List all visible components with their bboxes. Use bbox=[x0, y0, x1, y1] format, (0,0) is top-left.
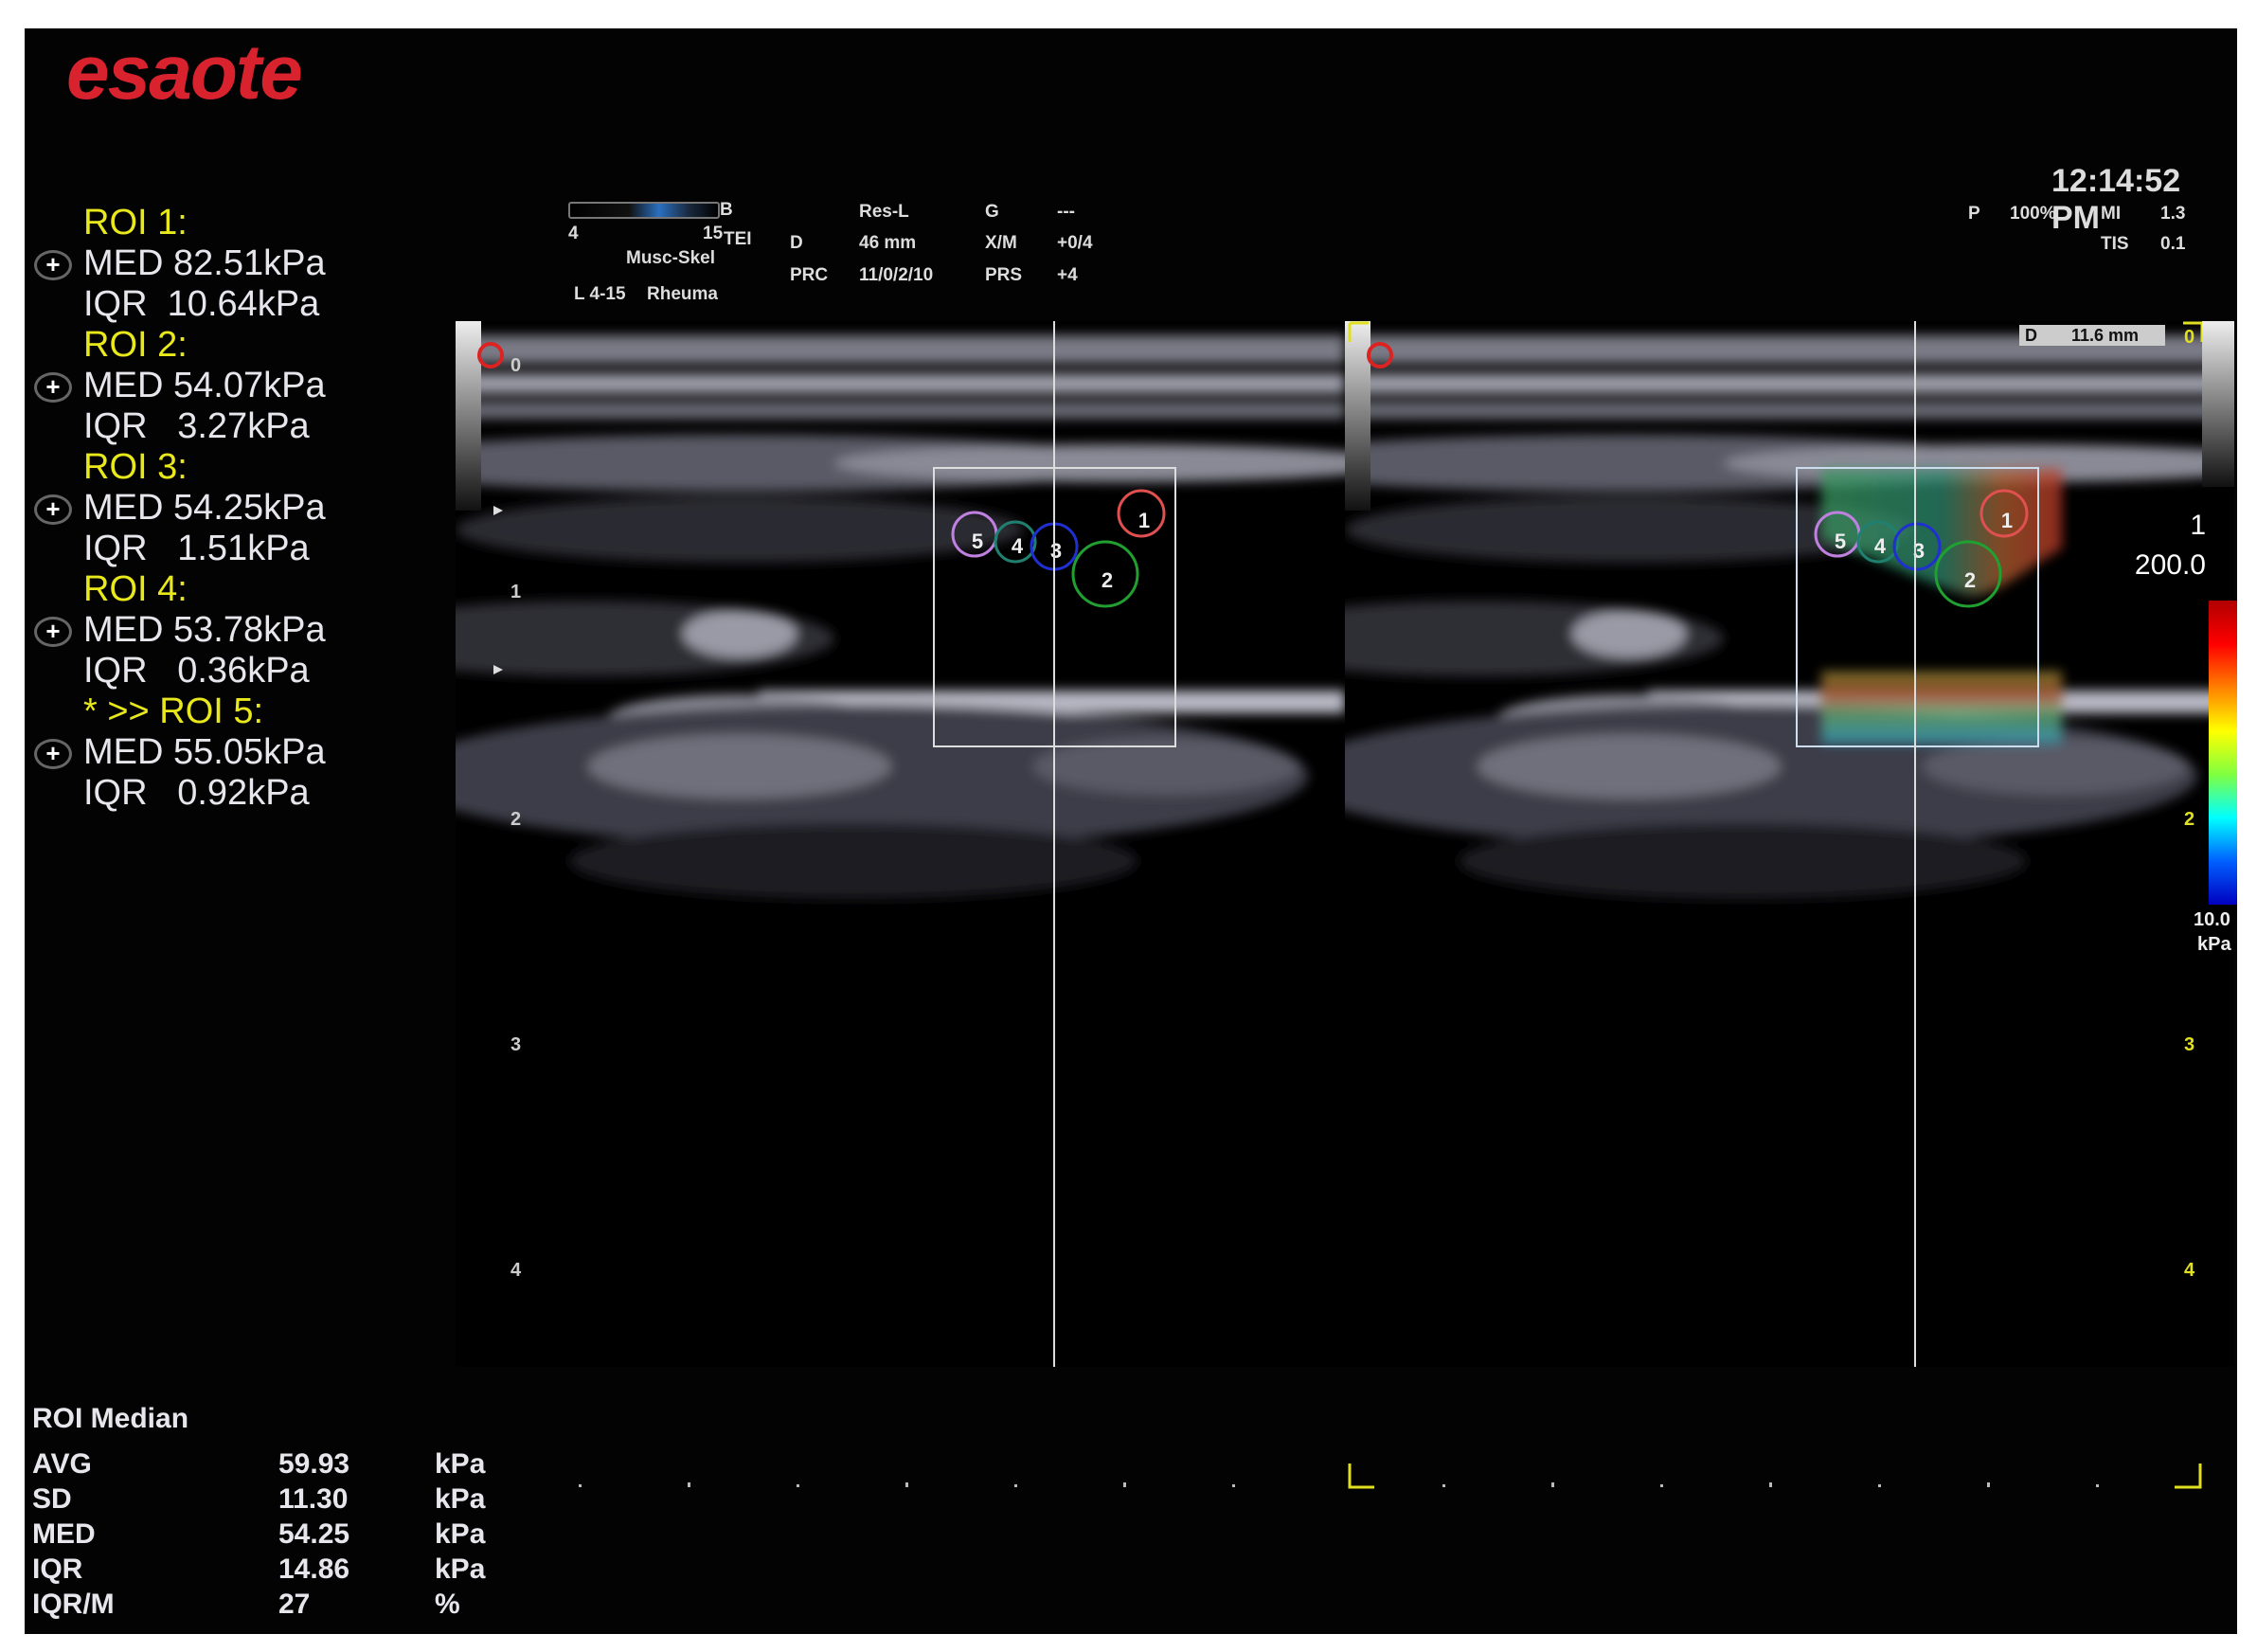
prc-label: PRC bbox=[790, 265, 829, 285]
roi-iqr: IQR 1.51kPa bbox=[83, 529, 310, 568]
roi-title-active: * >> ROI 5: bbox=[83, 691, 264, 731]
roi-results-list: ROI 1: + MED 82.51kPa IQR 10.64kPa ROI 2:… bbox=[25, 203, 441, 814]
stats-row: IQR 14.86 kPa bbox=[32, 1553, 486, 1585]
lateral-scale bbox=[579, 1463, 2202, 1489]
tis-value: 0.1 bbox=[2160, 234, 2186, 254]
frame-number: 1 bbox=[2190, 510, 2206, 541]
roi-title: ROI 1: bbox=[83, 203, 188, 242]
roi-median-stats: ROI Median AVG 59.93 kPa SD 11.30 kPa MED 54.… bbox=[32, 1403, 486, 1622]
roi-med: + MED 54.25kPa bbox=[25, 488, 441, 529]
clock-time: 12:14:52 PM bbox=[2051, 163, 2181, 236]
roi-med: + MED 54.07kPa bbox=[25, 366, 441, 406]
roi-box[interactable] bbox=[1796, 467, 2039, 747]
roi-iqr: IQR 3.27kPa bbox=[83, 406, 310, 446]
cursor-line[interactable] bbox=[1914, 321, 1916, 1367]
depth-tick: 3 bbox=[2184, 1034, 2195, 1055]
depth-tick: 3 bbox=[511, 1034, 522, 1055]
gain-value: --- bbox=[1057, 202, 1075, 222]
mi-value: 1.3 bbox=[2160, 204, 2186, 224]
stats-row: IQR/M 27% bbox=[32, 1589, 460, 1620]
stats-title: ROI Median bbox=[32, 1403, 189, 1434]
probe-label: L 4-15 bbox=[574, 284, 626, 304]
colorbar-unit: kPa bbox=[2197, 934, 2231, 955]
power-label: P bbox=[1968, 204, 1980, 224]
freq-max: 15 bbox=[703, 224, 724, 243]
stats-row: SD 11.30 kPa bbox=[32, 1483, 486, 1515]
depth-tick: 2 bbox=[511, 809, 522, 830]
esaote-logo: esaote bbox=[66, 29, 303, 116]
roi-med: + MED 53.78kPa bbox=[25, 610, 441, 651]
depth-tick: 0 bbox=[511, 355, 522, 376]
expand-plus-icon[interactable]: + bbox=[34, 617, 72, 647]
expand-plus-icon[interactable]: + bbox=[34, 739, 72, 769]
roi-med: + MED 82.51kPa bbox=[25, 243, 441, 284]
roi-title: ROI 4: bbox=[83, 569, 188, 609]
stats-row: AVG 59.93 kPa bbox=[32, 1448, 486, 1480]
colorbar-min: 10.0 bbox=[2194, 909, 2230, 930]
colorbar-max: 200.0 bbox=[2134, 549, 2206, 581]
depth-tick: 0 bbox=[2184, 327, 2195, 348]
xm-label: X/M bbox=[985, 233, 1017, 253]
distance-measurement: D 11.6 mm bbox=[2019, 325, 2165, 346]
depth-value: 46 mm bbox=[859, 233, 917, 253]
roi-title: ROI 2: bbox=[83, 325, 188, 365]
application-label: Rheuma bbox=[647, 284, 718, 304]
ultrasound-screen: esaote ROI 1: + MED 82.51kPa IQR 10.64kPa… bbox=[25, 28, 2237, 1634]
depth-tick: 2 bbox=[2184, 809, 2195, 830]
expand-plus-icon[interactable]: + bbox=[34, 494, 72, 525]
power-value: 100% bbox=[2010, 204, 2056, 224]
roi-title: ROI 3: bbox=[83, 447, 188, 487]
depth-tick: 1 bbox=[511, 582, 522, 602]
roi-iqr: IQR 0.92kPa bbox=[83, 773, 310, 813]
mi-label: MI bbox=[2101, 204, 2122, 224]
elastography-image-panel[interactable]: 5 4 3 2 1 D 11.6 mm 0 2 3 4 bbox=[1345, 321, 2234, 1367]
prs-value: +4 bbox=[1057, 265, 1078, 285]
depth-tick: 4 bbox=[511, 1260, 522, 1281]
stats-row: MED 54.25 kPa bbox=[32, 1518, 486, 1550]
gain-label: G bbox=[985, 202, 999, 222]
cursor-line[interactable] bbox=[1053, 321, 1055, 1367]
expand-plus-icon[interactable]: + bbox=[34, 372, 72, 403]
roi-iqr: IQR 0.36kPa bbox=[83, 651, 310, 691]
preset-label: Musc-Skel bbox=[626, 248, 715, 268]
resolution-label: Res-L bbox=[859, 202, 909, 222]
xm-value: +0/4 bbox=[1057, 233, 1093, 253]
depth-label: D bbox=[790, 233, 803, 253]
roi-med: + MED 55.05kPa bbox=[25, 732, 441, 773]
prc-value: 11/0/2/10 bbox=[859, 265, 934, 285]
tis-label: TIS bbox=[2101, 234, 2129, 254]
freq-min: 4 bbox=[568, 224, 579, 243]
expand-plus-icon[interactable]: + bbox=[34, 250, 72, 280]
tei-label: TEI bbox=[724, 229, 752, 249]
roi-iqr: IQR 10.64kPa bbox=[83, 284, 320, 324]
elasticity-color-bar bbox=[2209, 601, 2237, 905]
prs-label: PRS bbox=[985, 265, 1023, 285]
bmode-image-panel[interactable]: 5 4 3 2 1 0 1 2 3 4 bbox=[456, 321, 1345, 1367]
frequency-bar bbox=[568, 202, 720, 219]
mode-label: B bbox=[720, 200, 733, 220]
depth-tick: 4 bbox=[2184, 1260, 2195, 1281]
